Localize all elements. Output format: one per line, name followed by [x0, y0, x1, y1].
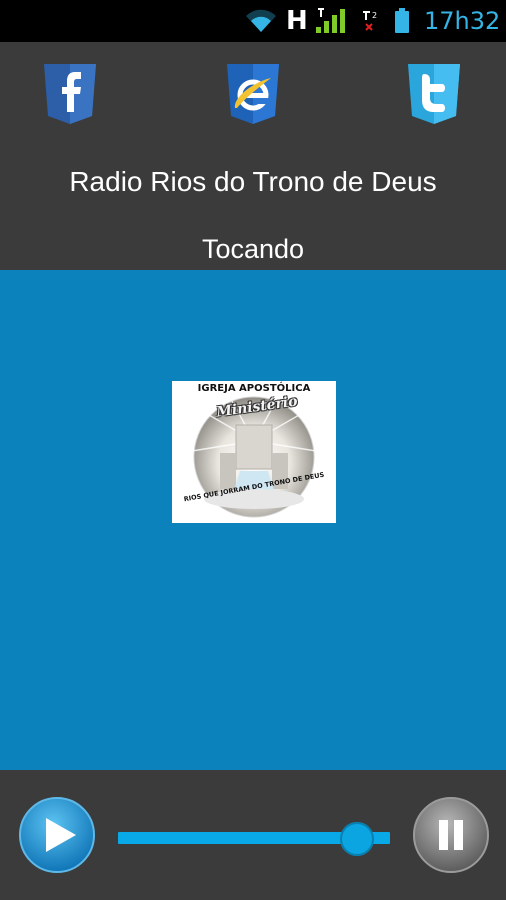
svg-text:2: 2 — [372, 11, 377, 20]
signal-icon — [314, 0, 350, 42]
logo-heading: IGREJA APOSTÓLICA — [197, 383, 311, 394]
internet-explorer-icon — [227, 64, 279, 124]
slider-thumb[interactable] — [340, 822, 375, 856]
main-area: IGREJA APOSTÓLICA Ministério RIOS QUE JO… — [0, 270, 506, 770]
play-button[interactable] — [18, 796, 96, 874]
play-icon — [19, 797, 95, 873]
network-type-label: H — [286, 6, 308, 36]
pause-icon — [413, 797, 489, 873]
app-header: Radio Rios do Trono de Deus Tocando — [0, 42, 506, 270]
volume-slider[interactable] — [118, 822, 390, 856]
twitter-icon — [408, 64, 460, 124]
wifi-icon — [244, 0, 278, 42]
church-logo: IGREJA APOSTÓLICA Ministério RIOS QUE JO… — [172, 381, 336, 523]
battery-icon — [394, 0, 410, 42]
clock: 17h32 — [424, 7, 501, 35]
radio-title: Radio Rios do Trono de Deus — [69, 166, 437, 197]
pause-button[interactable] — [412, 796, 490, 874]
status-bar: H 2 17h32 — [0, 0, 506, 42]
facebook-button[interactable] — [40, 62, 100, 126]
sim-off-icon: 2 — [360, 0, 380, 42]
internet-explorer-button[interactable] — [223, 62, 283, 126]
twitter-button[interactable] — [404, 62, 464, 126]
facebook-icon — [44, 64, 96, 124]
player-bar — [0, 770, 506, 900]
playback-status: Tocando — [201, 234, 305, 264]
